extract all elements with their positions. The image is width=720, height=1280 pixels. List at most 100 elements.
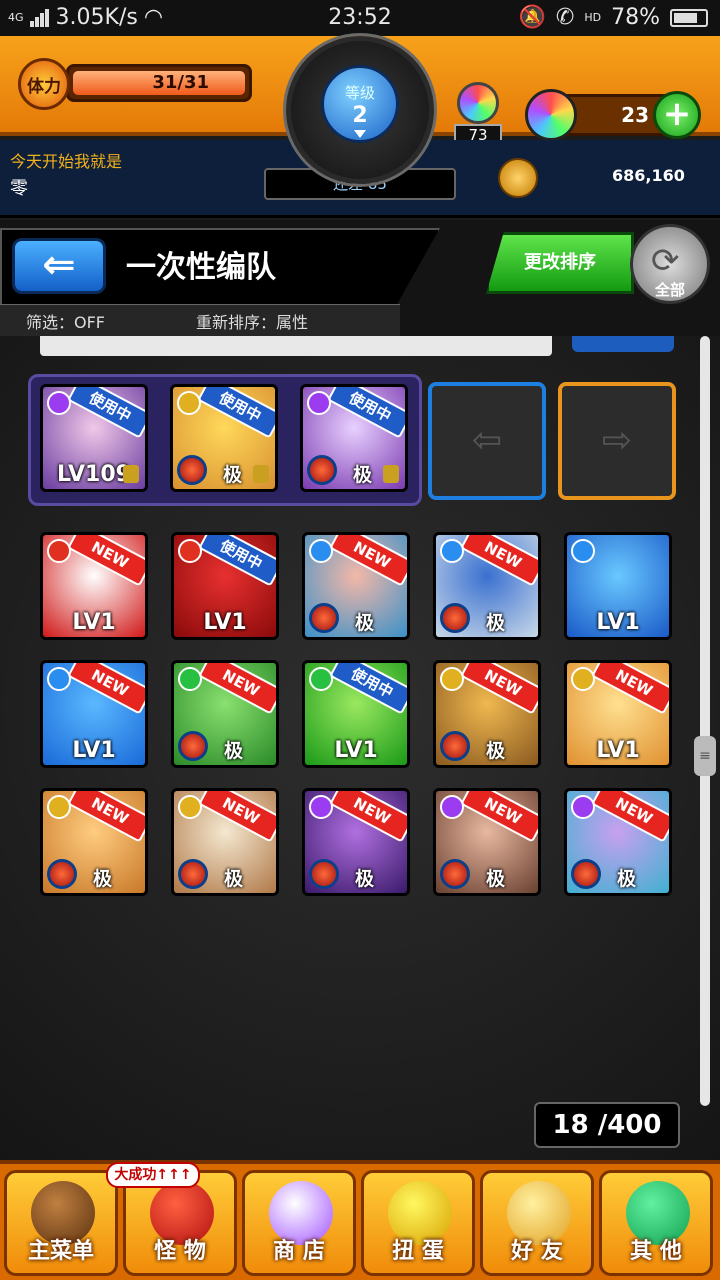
grade-label: 极	[93, 868, 113, 890]
party-slot-left[interactable]: ⇦	[428, 382, 546, 500]
mute-icon: 🔕	[518, 5, 546, 30]
nav-button[interactable]: 扭 蛋	[361, 1170, 475, 1276]
grade-label: 极	[353, 464, 373, 486]
monster-card[interactable]: NEW LV1	[40, 532, 148, 640]
refresh-icon: ⟳	[651, 241, 680, 281]
level-dial: 等级 2	[286, 36, 434, 184]
nav-label: 商 店	[273, 1239, 325, 1264]
party-slot-right[interactable]: ⇨	[558, 382, 676, 500]
element-icon	[307, 391, 331, 415]
back-button[interactable]: ⇐	[12, 238, 106, 294]
element-icon	[440, 795, 464, 819]
level-label: LV1	[596, 738, 640, 763]
filter-strip: 筛选：OFF 重新排序：属性	[0, 304, 400, 336]
monster-card[interactable]: NEW 极	[171, 660, 279, 768]
status-bar: 4G 3.05K/s ◠ 23:52 🔕 ✆ HD 78%	[0, 0, 720, 36]
element-icon	[309, 539, 333, 563]
gacha-counter[interactable]: 73	[448, 82, 508, 146]
party-monster-card[interactable]: 使用中 LV109	[40, 384, 148, 492]
element-icon	[178, 539, 202, 563]
nav-button[interactable]: 好 友	[480, 1170, 594, 1276]
element-icon	[47, 667, 71, 691]
element-icon	[47, 391, 71, 415]
scroll-track	[700, 336, 710, 1106]
grade-label: 极	[355, 612, 375, 634]
element-icon	[178, 795, 202, 819]
search-input[interactable]	[40, 336, 552, 356]
gold-amount: 686,160	[612, 166, 685, 185]
stamina-value: 31/31	[152, 72, 209, 93]
nav-button[interactable]: 商 店	[242, 1170, 356, 1276]
nav-button[interactable]: 其 他	[599, 1170, 713, 1276]
rainbow-orb-icon	[525, 89, 577, 141]
scrollbar[interactable]: ≡	[694, 336, 716, 1106]
monster-card[interactable]: NEW LV1	[564, 660, 672, 768]
element-icon	[178, 667, 202, 691]
grade-label: 极	[355, 868, 375, 890]
level-arrow-icon	[354, 130, 366, 138]
level-label: LV1	[596, 610, 640, 635]
orb-count: 23	[621, 103, 649, 127]
grade-label: 极	[486, 868, 506, 890]
element-icon	[309, 667, 333, 691]
level-label: LV1	[334, 738, 378, 763]
monster-card[interactable]: NEW 极	[433, 532, 541, 640]
call-icon: ✆	[555, 5, 575, 30]
monster-card[interactable]: NEW 极	[171, 788, 279, 896]
monster-card[interactable]: 使用中 LV1	[171, 532, 279, 640]
grade-label: 极	[486, 612, 506, 634]
page-title: 一次性编队	[126, 250, 276, 285]
all-label: 全部	[654, 281, 685, 299]
player-name: 今天开始我就是	[10, 152, 123, 171]
nav-button[interactable]: 主菜单	[4, 1170, 118, 1276]
monster-card[interactable]: LV1	[564, 532, 672, 640]
scroll-grip[interactable]: ≡	[694, 736, 716, 776]
nav-label: 怪 物	[154, 1239, 206, 1264]
title-row: ⇐ 一次性编队 筛选：OFF 重新排序：属性 更改排序 ⟳ 全部	[0, 220, 720, 336]
fruit-icon	[178, 731, 208, 761]
monster-card[interactable]: NEW 极	[302, 532, 410, 640]
success-badge: 大成功↑↑↑	[106, 1162, 200, 1188]
all-button[interactable]: ⟳ 全部	[630, 224, 710, 304]
battery-percent: 78%	[611, 5, 660, 30]
element-icon	[571, 667, 595, 691]
fruit-icon	[177, 455, 207, 485]
nav-label: 主菜单	[27, 1239, 94, 1264]
nav-label: 其 他	[630, 1239, 682, 1264]
lock-icon	[383, 465, 399, 483]
fruit-icon	[178, 859, 208, 889]
monster-card[interactable]: NEW 极	[302, 788, 410, 896]
lock-icon	[253, 465, 269, 483]
level-label: LV1	[72, 738, 116, 763]
search-button[interactable]	[572, 336, 674, 352]
level-value: 2	[352, 103, 368, 128]
change-order-button[interactable]: 更改排序	[486, 232, 634, 294]
arrow-right-icon: ⇨	[601, 420, 633, 461]
orb-balance: 23 +	[525, 89, 701, 141]
lock-icon	[123, 465, 139, 483]
element-icon	[309, 795, 333, 819]
grade-label: 极	[223, 464, 243, 486]
sort-toggle[interactable]: 重新排序：属性	[196, 309, 308, 333]
element-icon	[440, 539, 464, 563]
arrow-left-icon: ⇦	[471, 420, 503, 461]
stamina-bar: 31/31	[66, 64, 252, 102]
element-icon	[47, 795, 71, 819]
box-count: 18 /400	[534, 1102, 680, 1148]
monster-card[interactable]: NEW 极	[40, 788, 148, 896]
level-badge: 等级 2	[321, 65, 399, 143]
monster-card[interactable]: NEW 极	[564, 788, 672, 896]
monster-card[interactable]: NEW 极	[433, 660, 541, 768]
level-label: 等级	[344, 84, 375, 102]
party-monster-card[interactable]: 使用中极	[170, 384, 278, 492]
status-right: 🔕 ✆ HD 78%	[518, 5, 708, 30]
buy-orbs-button[interactable]: +	[653, 91, 701, 139]
monster-card[interactable]: 使用中 LV1	[302, 660, 410, 768]
party-monster-card[interactable]: 使用中极	[300, 384, 408, 492]
fruit-icon	[440, 731, 470, 761]
monster-card[interactable]: NEW 极	[433, 788, 541, 896]
grade-label: 极	[224, 868, 244, 890]
monster-card[interactable]: NEW LV1	[40, 660, 148, 768]
fruit-icon	[307, 455, 337, 485]
filter-toggle[interactable]: 筛选：OFF	[26, 309, 105, 333]
